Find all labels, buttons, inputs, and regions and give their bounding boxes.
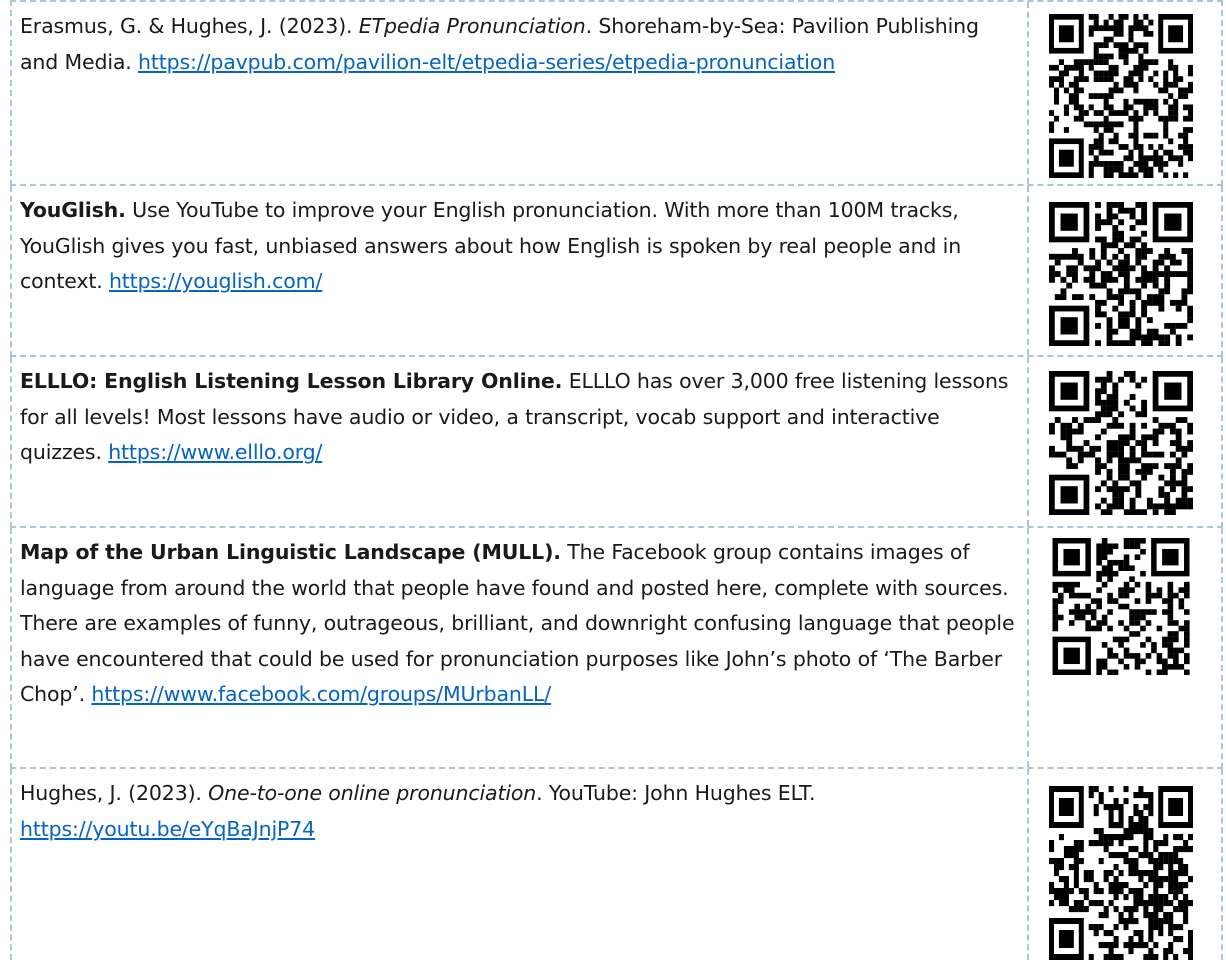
citation-authors: Hughes, J. (2023).	[20, 781, 209, 805]
citation-title: One-to-one online pronunciation	[208, 781, 537, 805]
resource-citation: Hughes, J. (2023). One-to-one online pro…	[12, 769, 1027, 847]
qr-code-icon	[1049, 371, 1193, 515]
resource-name: Map of the Urban Linguistic Landscape (M…	[20, 540, 561, 564]
resource-link[interactable]: https://pavpub.com/pavilion-elt/etpedia-…	[138, 50, 835, 74]
citation-title: ETpedia Pronunciation	[358, 14, 586, 38]
column-divider	[1027, 769, 1029, 960]
resource-row-youglish: YouGlish. Use YouTube to improve your En…	[10, 186, 1223, 357]
qr-code-icon	[1052, 538, 1190, 675]
resource-citation: Erasmus, G. & Hughes, J. (2023). ETpedia…	[12, 2, 1027, 80]
resource-description: YouGlish. Use YouTube to improve your En…	[12, 186, 1027, 300]
qr-code-icon	[1049, 202, 1193, 346]
resource-description: Map of the Urban Linguistic Landscape (M…	[12, 528, 1027, 713]
resource-table: Erasmus, G. & Hughes, J. (2023). ETpedia…	[10, 0, 1223, 960]
resource-row-hughes-video: Hughes, J. (2023). One-to-one online pro…	[10, 769, 1223, 960]
citation-publisher: . YouTube: John Hughes ELT.	[536, 781, 816, 805]
qr-code-icon	[1049, 786, 1193, 960]
resource-row-elllo: ELLLO: English Listening Lesson Library …	[10, 357, 1223, 528]
qr-code-icon	[1049, 14, 1193, 178]
column-divider	[1027, 186, 1029, 355]
column-divider	[1027, 357, 1029, 526]
resource-row-mull: Map of the Urban Linguistic Landscape (M…	[10, 528, 1223, 769]
resource-name: YouGlish.	[20, 198, 126, 222]
citation-authors: Erasmus, G. & Hughes, J. (2023).	[20, 14, 359, 38]
column-divider	[1027, 528, 1029, 767]
resource-link[interactable]: https://www.facebook.com/groups/MUrbanLL…	[91, 682, 551, 706]
resource-link[interactable]: https://youglish.com/	[109, 269, 322, 293]
resource-link[interactable]: https://youtu.be/eYqBaJnjP74	[20, 817, 315, 841]
resource-link[interactable]: https://www.elllo.org/	[108, 440, 322, 464]
resource-name: ELLLO: English Listening Lesson Library …	[20, 369, 563, 393]
column-divider	[1027, 2, 1029, 184]
resource-description: ELLLO: English Listening Lesson Library …	[12, 357, 1027, 471]
resource-row-etpedia: Erasmus, G. & Hughes, J. (2023). ETpedia…	[10, 0, 1223, 186]
